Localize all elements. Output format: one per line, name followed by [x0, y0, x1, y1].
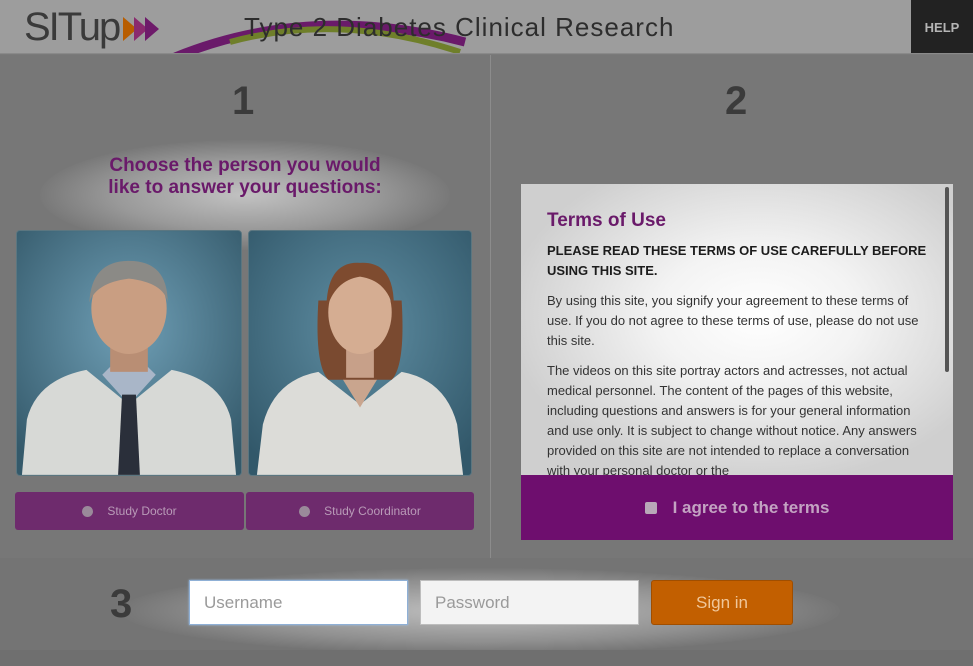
page-title: Type 2 Diabetes Clinical Research [244, 12, 675, 42]
help-button[interactable]: HELP [911, 0, 973, 53]
sign-in-button[interactable]: Sign in [651, 580, 793, 625]
step-number-1: 1 [232, 79, 255, 123]
terms-warning-heading: PLEASE READ THESE TERMS OF USE CAREFULLY… [547, 243, 927, 278]
study-doctor-photo[interactable] [16, 230, 242, 476]
study-coordinator-label: Study Coordinator [324, 504, 421, 518]
step1-panel: 1 Choose the person you would like to an… [0, 55, 490, 558]
chevron-arrows-icon [123, 17, 160, 41]
study-coordinator-option[interactable]: Study Coordinator [246, 492, 474, 530]
study-doctor-label: Study Doctor [107, 504, 177, 518]
footer-strip [0, 650, 973, 666]
username-input[interactable] [189, 580, 408, 625]
doctor-portrait [17, 231, 241, 475]
step-number-2: 2 [725, 79, 748, 123]
study-doctor-option[interactable]: Study Doctor [15, 492, 244, 530]
terms-content: Terms of Use PLEASE READ THESE TERMS OF … [547, 210, 927, 475]
terms-title: Terms of Use [547, 210, 666, 231]
logo-text: SITup [24, 5, 121, 49]
step2-panel: 2 Terms of Use PLEASE READ THESE TERMS O… [491, 55, 973, 558]
choose-person-heading: Choose the person you would like to answ… [108, 155, 382, 198]
terms-scrollbar[interactable] [945, 187, 949, 372]
step-number-3: 3 [110, 582, 133, 626]
radio-button-icon[interactable] [299, 505, 311, 517]
coordinator-portrait [249, 231, 471, 475]
agree-checkbox[interactable] [644, 501, 657, 514]
site-logo[interactable]: SITup [24, 4, 160, 50]
study-coordinator-photo[interactable] [248, 230, 472, 476]
agree-label: I agree to the terms [672, 497, 830, 517]
terms-paragraph: The videos on this site portray actors a… [547, 363, 917, 475]
radio-button-icon[interactable] [82, 505, 94, 517]
terms-of-use-box[interactable]: Terms of Use PLEASE READ THESE TERMS OF … [521, 184, 953, 475]
header: SITup Type 2 Diabetes Clinical Research … [0, 0, 973, 54]
password-input[interactable] [420, 580, 639, 625]
agree-to-terms-bar[interactable]: I agree to the terms [521, 475, 953, 540]
terms-paragraph: By using this site, you signify your agr… [547, 293, 919, 348]
